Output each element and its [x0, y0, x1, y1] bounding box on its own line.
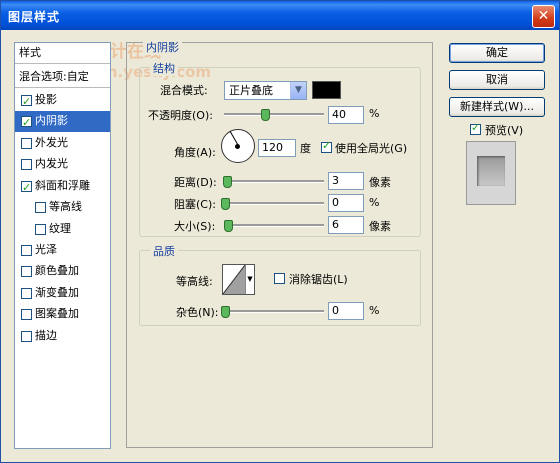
contour-label: 等高线:	[176, 275, 213, 288]
quality-title: 品质	[150, 243, 178, 259]
opacity-unit: %	[369, 107, 380, 120]
contour-picker[interactable]: ▼	[222, 264, 255, 295]
shadow-color-swatch[interactable]	[312, 81, 341, 99]
close-button[interactable]: ✕	[532, 5, 555, 28]
noise-slider[interactable]	[224, 310, 324, 313]
distance-input[interactable]: 3	[328, 172, 364, 190]
distance-slider[interactable]	[224, 180, 324, 183]
angle-unit: 度	[300, 142, 311, 155]
choke-label: 阻塞(C):	[174, 198, 216, 211]
noise-label: 杂色(N):	[176, 306, 219, 319]
style-item-stroke[interactable]: 描边	[15, 326, 110, 347]
style-item-outer-glow[interactable]: 外发光	[15, 133, 110, 154]
global-light-checkbox[interactable]	[321, 139, 332, 153]
choke-input[interactable]: 0	[328, 194, 364, 212]
angle-dial[interactable]	[221, 129, 255, 163]
choke-slider-thumb[interactable]	[221, 198, 230, 210]
blend-mode-label: 混合模式:	[160, 84, 208, 97]
distance-label: 距离(D):	[174, 176, 217, 189]
opacity-input[interactable]: 40	[328, 106, 364, 124]
inner-shadow-panel: 内阴影 结构 混合模式: 正片叠底 ▼ 不透明度(O): 40 % 角度(A):…	[126, 39, 433, 448]
blend-mode-select[interactable]: 正片叠底 ▼	[224, 81, 307, 100]
style-item-pattern-overlay[interactable]: 图案叠加	[15, 304, 110, 325]
style-item-texture[interactable]: 纹理	[15, 219, 110, 240]
style-item-inner-glow[interactable]: 内发光	[15, 154, 110, 175]
style-item-drop-shadow[interactable]: 投影	[15, 90, 110, 112]
antialias-label: 消除锯齿(L)	[289, 273, 348, 286]
antialias-checkbox[interactable]	[274, 273, 285, 284]
style-item-satin[interactable]: 光泽	[15, 240, 110, 261]
style-item-contour[interactable]: 等高线	[15, 197, 110, 218]
stroke-checkbox[interactable]	[21, 331, 32, 342]
bevel-emboss-checkbox[interactable]	[21, 178, 32, 198]
size-label: 大小(S):	[174, 220, 216, 233]
noise-unit: %	[369, 304, 380, 317]
chevron-down-icon: ▼	[290, 82, 306, 99]
inner-shadow-checkbox[interactable]	[21, 113, 32, 133]
preview-label: 预览(V)	[485, 124, 524, 137]
noise-input[interactable]: 0	[328, 302, 364, 320]
satin-checkbox[interactable]	[21, 245, 32, 256]
global-light-label: 使用全局光(G)	[335, 142, 408, 155]
opacity-label: 不透明度(O):	[148, 109, 213, 122]
choke-slider[interactable]	[224, 202, 324, 205]
blend-options-item[interactable]: 混合选项:自定	[15, 67, 110, 88]
style-item-gradient-overlay[interactable]: 渐变叠加	[15, 283, 110, 304]
quality-group: 品质 等高线: ▼ 消除锯齿(L) 杂色(N): 0 %	[139, 243, 421, 326]
noise-slider-thumb[interactable]	[221, 306, 230, 318]
choke-unit: %	[369, 196, 380, 209]
angle-input[interactable]: 120	[258, 139, 296, 157]
styles-header[interactable]: 样式	[15, 43, 110, 64]
style-item-bevel-emboss[interactable]: 斜面和浮雕	[15, 176, 110, 198]
style-item-inner-shadow[interactable]: 内阴影	[15, 111, 110, 133]
drop-shadow-checkbox[interactable]	[21, 92, 32, 112]
size-unit: 像素	[369, 220, 391, 233]
size-slider-thumb[interactable]	[224, 220, 233, 232]
structure-group: 结构 混合模式: 正片叠底 ▼ 不透明度(O): 40 % 角度(A): 120…	[139, 60, 421, 237]
distance-unit: 像素	[369, 176, 391, 189]
style-item-color-overlay[interactable]: 颜色叠加	[15, 261, 110, 282]
angle-label: 角度(A):	[174, 146, 216, 159]
chevron-down-icon: ▼	[245, 265, 254, 294]
style-preview-thumbnail	[466, 141, 516, 205]
size-input[interactable]: 6	[328, 216, 364, 234]
ok-button[interactable]: 确定	[449, 43, 545, 63]
panel-title: 内阴影	[143, 39, 182, 55]
gradient-overlay-checkbox[interactable]	[21, 288, 32, 299]
pattern-overlay-checkbox[interactable]	[21, 309, 32, 320]
contour-checkbox[interactable]	[35, 202, 46, 213]
size-slider[interactable]	[224, 224, 324, 227]
styles-list: 样式 混合选项:自定 投影 内阴影 外发光 内发光 斜面和浮雕 等高线	[14, 42, 111, 449]
color-overlay-checkbox[interactable]	[21, 266, 32, 277]
texture-checkbox[interactable]	[35, 224, 46, 235]
inner-glow-checkbox[interactable]	[21, 159, 32, 170]
layer-style-dialog: 图层样式 ✕ 天极设计在线 ign.yesky.com 样式 混合选项:自定 投…	[0, 0, 560, 463]
opacity-slider[interactable]	[224, 113, 324, 116]
preview-checkbox[interactable]	[470, 121, 481, 135]
cancel-button[interactable]: 取消	[449, 70, 545, 90]
contour-curve-icon	[223, 265, 245, 294]
new-style-button[interactable]: 新建样式(W)...	[449, 97, 545, 117]
window-title: 图层样式	[8, 10, 61, 24]
opacity-slider-thumb[interactable]	[261, 109, 270, 121]
distance-slider-thumb[interactable]	[223, 176, 232, 188]
outer-glow-checkbox[interactable]	[21, 138, 32, 149]
title-bar[interactable]: 图层样式 ✕	[1, 1, 559, 30]
structure-title: 结构	[150, 60, 178, 76]
